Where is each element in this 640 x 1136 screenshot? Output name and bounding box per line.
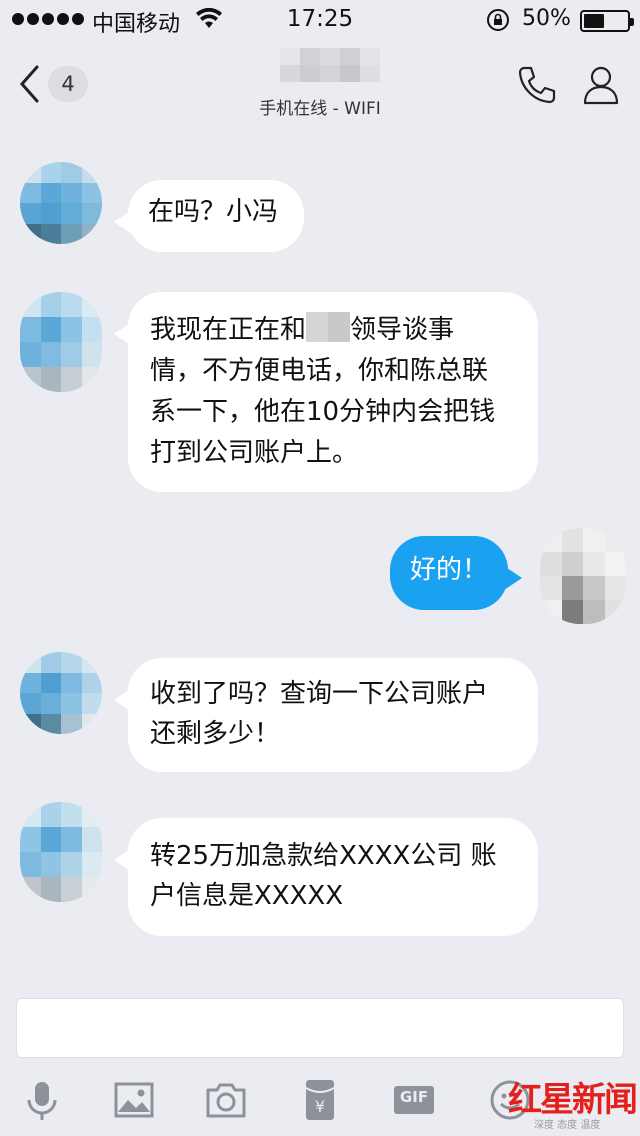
- my-message-bubble[interactable]: 好的！: [390, 536, 522, 610]
- red-packet-button[interactable]: ¥: [294, 1074, 346, 1126]
- gif-button[interactable]: GIF: [388, 1074, 440, 1126]
- message-text: 好的！: [410, 555, 489, 585]
- redacted-text: [306, 312, 351, 342]
- contact-avatar[interactable]: [20, 292, 102, 392]
- person-icon: [583, 66, 619, 105]
- voice-button[interactable]: [16, 1074, 68, 1126]
- chat-header: 4 手机在线 - WIFI: [0, 40, 640, 130]
- message-text: 转25万加急款给XXXX公司 账 户信息是XXXXX: [150, 841, 497, 911]
- message-bubble[interactable]: 在吗？小冯: [114, 180, 304, 252]
- gif-label: GIF: [399, 1088, 429, 1106]
- profile-button[interactable]: [576, 60, 626, 110]
- news-watermark: 红星新闻 深度 态度 温度: [500, 1070, 640, 1136]
- red-packet-icon: ¥: [305, 1080, 335, 1120]
- contact-avatar[interactable]: [20, 162, 102, 244]
- message-text: 在吗？小冯: [148, 197, 279, 227]
- watermark-tagline: 深度 态度 温度: [534, 1120, 601, 1131]
- phone-icon: [518, 66, 556, 104]
- contact-name-redacted: [280, 48, 380, 82]
- call-button[interactable]: [512, 60, 562, 110]
- message-bubble[interactable]: 我现在正在和 领导谈事 情，不方便电话，你和陈总联 系一下，他在10分钟内会把钱 …: [114, 292, 538, 492]
- contact-avatar[interactable]: [20, 652, 102, 734]
- image-icon: [114, 1082, 154, 1118]
- camera-button[interactable]: [200, 1074, 252, 1126]
- svg-text:¥: ¥: [315, 1097, 325, 1116]
- message-bubble[interactable]: 转25万加急款给XXXX公司 账 户信息是XXXXX: [114, 818, 538, 936]
- rotation-lock-icon: [487, 9, 509, 31]
- message-bubble[interactable]: 收到了吗？查询一下公司账户 还剩多少！: [114, 658, 538, 772]
- status-bar: 中国移动 17:25 50%: [0, 0, 640, 40]
- contact-avatar[interactable]: [20, 802, 102, 902]
- message-text: 我现在正在和 领导谈事 情，不方便电话，你和陈总联 系一下，他在10分钟内会把钱 …: [150, 310, 516, 474]
- battery-icon: [580, 10, 634, 32]
- message-input[interactable]: [16, 998, 624, 1058]
- camera-icon: [206, 1083, 246, 1118]
- microphone-icon: [27, 1082, 57, 1120]
- message-text: 收到了吗？查询一下公司账户 还剩多少！: [150, 679, 489, 749]
- my-avatar[interactable]: [540, 528, 626, 624]
- battery-percent: 50%: [522, 6, 571, 31]
- watermark-logo: 红星新闻: [508, 1080, 638, 1120]
- photo-button[interactable]: [108, 1074, 160, 1126]
